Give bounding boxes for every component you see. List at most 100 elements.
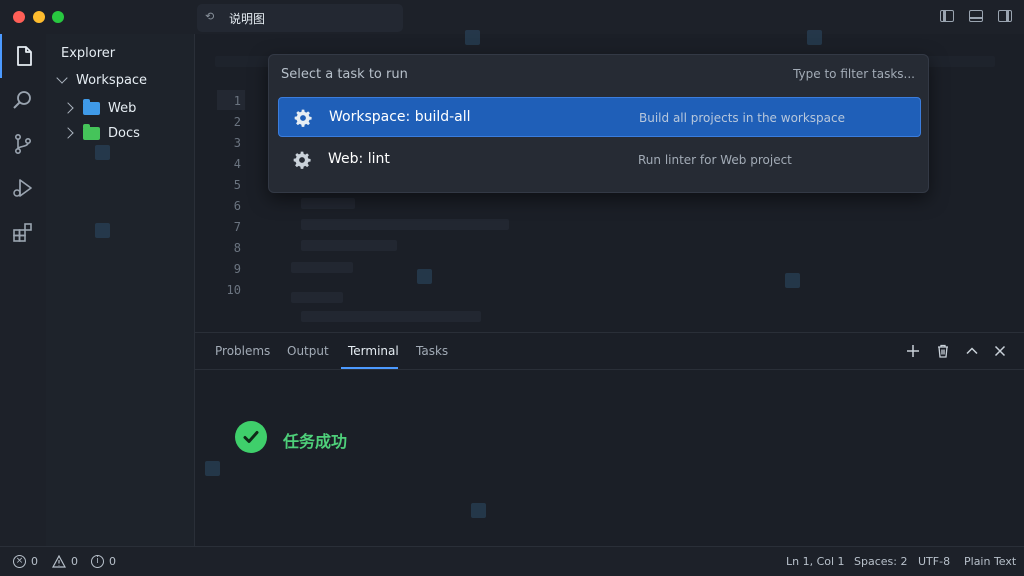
source-control-icon bbox=[15, 133, 32, 154]
faded-code-line bbox=[291, 262, 353, 273]
watermark-badge bbox=[417, 269, 432, 284]
status-bar: × 0 0 i 0 Ln 1, Col 1 Spaces: 2 UTF-8 Pl… bbox=[0, 546, 1024, 576]
toggle-panel-icon[interactable] bbox=[969, 10, 983, 22]
encoding-setting[interactable]: UTF-8 bbox=[918, 555, 950, 568]
watermark-badge bbox=[471, 503, 486, 518]
tree-item-web[interactable]: Web bbox=[62, 97, 137, 119]
source-control-activity-button[interactable] bbox=[0, 122, 46, 166]
check-circle-icon bbox=[235, 421, 267, 453]
close-icon bbox=[994, 345, 1006, 357]
kill-terminal-button[interactable] bbox=[935, 343, 951, 359]
plus-icon bbox=[907, 345, 919, 357]
info-indicator[interactable]: i 0 bbox=[91, 555, 116, 568]
task-success-message: 任务成功 bbox=[283, 432, 348, 451]
maximize-panel-button[interactable] bbox=[964, 343, 980, 359]
line-number: 7 bbox=[233, 220, 241, 234]
tab-terminal[interactable]: Terminal bbox=[348, 344, 399, 358]
watermark-badge bbox=[465, 30, 480, 45]
task-description: Build all projects in the workspace bbox=[639, 111, 845, 125]
quick-pick-prompt: Select a task to run bbox=[281, 67, 408, 82]
info-count: 0 bbox=[109, 555, 116, 568]
run-debug-activity-button[interactable] bbox=[0, 166, 46, 210]
sidebar-title: Explorer bbox=[61, 46, 116, 61]
extensions-icon bbox=[13, 223, 32, 242]
line-number: 9 bbox=[233, 262, 241, 276]
search-activity-button[interactable] bbox=[0, 78, 46, 122]
quick-pick-filter-hint[interactable]: Type to filter tasks... bbox=[793, 67, 915, 81]
command-search-box[interactable]: ⟲ 说明图 bbox=[197, 4, 403, 32]
error-icon: × bbox=[13, 555, 26, 568]
chevron-right-icon bbox=[62, 102, 74, 114]
task-description: Run linter for Web project bbox=[638, 153, 792, 167]
bottom-panel: Problems Output Terminal Tasks 任务成功 bbox=[195, 332, 1024, 546]
search-icon bbox=[13, 91, 31, 109]
tree-item-workspace[interactable]: Workspace bbox=[56, 69, 148, 91]
cursor-position[interactable]: Ln 1, Col 1 bbox=[786, 555, 845, 568]
watermark-badge bbox=[95, 145, 110, 160]
files-icon bbox=[17, 46, 32, 66]
info-icon: i bbox=[91, 555, 104, 568]
line-number: 4 bbox=[233, 157, 241, 171]
title-bar: ⟲ 说明图 bbox=[0, 0, 1024, 34]
indentation-setting[interactable]: Spaces: 2 bbox=[854, 555, 907, 568]
tree-item-docs[interactable]: Docs bbox=[62, 122, 140, 144]
warnings-count: 0 bbox=[71, 555, 78, 568]
explorer-activity-button[interactable] bbox=[0, 34, 46, 78]
run-debug-icon bbox=[13, 179, 32, 197]
line-number: 8 bbox=[233, 241, 241, 255]
line-number: 5 bbox=[233, 178, 241, 192]
errors-indicator[interactable]: × 0 bbox=[13, 555, 38, 568]
refresh-icon: ⟲ bbox=[205, 10, 215, 23]
faded-code-line bbox=[301, 219, 509, 230]
task-quick-pick: Select a task to run Type to filter task… bbox=[268, 54, 929, 193]
folder-icon bbox=[83, 123, 100, 140]
search-text: 说明图 bbox=[229, 12, 266, 26]
folder-icon bbox=[83, 98, 100, 115]
chevron-down-icon bbox=[56, 72, 68, 84]
gear-icon bbox=[294, 109, 312, 127]
new-terminal-button[interactable] bbox=[905, 343, 921, 359]
tab-tasks[interactable]: Tasks bbox=[416, 344, 448, 358]
activity-bar bbox=[0, 34, 46, 546]
errors-count: 0 bbox=[31, 555, 38, 568]
line-number: 2 bbox=[233, 115, 241, 129]
trash-icon bbox=[938, 344, 948, 358]
app-window: ⟲ 说明图 Explorer Workspace Web Docs 1 2 3 … bbox=[0, 0, 1024, 576]
gear-icon bbox=[293, 151, 311, 169]
chevron-up-icon bbox=[966, 347, 978, 355]
language-mode[interactable]: Plain Text bbox=[964, 555, 1016, 568]
task-name: Workspace: build-all bbox=[329, 109, 471, 125]
panel-tab-bar: Problems Output Terminal Tasks bbox=[195, 333, 1024, 370]
watermark-badge bbox=[95, 223, 110, 238]
explorer-sidebar: Explorer Workspace Web Docs bbox=[46, 34, 195, 546]
faded-code-line bbox=[291, 292, 343, 303]
faded-code-line bbox=[301, 311, 481, 322]
chevron-right-icon bbox=[62, 127, 74, 139]
line-number: 10 bbox=[226, 283, 241, 297]
extensions-activity-button[interactable] bbox=[0, 210, 46, 254]
maximize-window-button[interactable] bbox=[52, 11, 64, 23]
task-name: Web: lint bbox=[328, 151, 390, 167]
tree-item-label: Docs bbox=[108, 125, 140, 141]
watermark-badge bbox=[785, 273, 800, 288]
tab-problems[interactable]: Problems bbox=[215, 344, 270, 358]
line-number: 1 bbox=[233, 94, 241, 108]
watermark-badge bbox=[807, 30, 822, 45]
toggle-left-sidebar-icon[interactable] bbox=[940, 10, 954, 22]
task-item-build-all[interactable]: Workspace: build-all Build all projects … bbox=[278, 97, 921, 137]
warnings-indicator[interactable]: 0 bbox=[52, 555, 78, 568]
warning-icon bbox=[52, 555, 66, 568]
faded-code-line bbox=[301, 240, 397, 251]
tab-output[interactable]: Output bbox=[287, 344, 329, 358]
line-number: 3 bbox=[233, 136, 241, 150]
close-window-button[interactable] bbox=[13, 11, 25, 23]
tree-item-label: Web bbox=[108, 100, 137, 116]
active-tab-indicator bbox=[341, 367, 398, 369]
close-panel-button[interactable] bbox=[992, 343, 1008, 359]
tree-item-label: Workspace bbox=[76, 72, 148, 88]
minimize-window-button[interactable] bbox=[33, 11, 45, 23]
toggle-right-sidebar-icon[interactable] bbox=[998, 10, 1012, 22]
faded-code-line bbox=[301, 198, 355, 209]
watermark-badge bbox=[205, 461, 220, 476]
task-item-lint[interactable]: Web: lint Run linter for Web project bbox=[278, 140, 921, 180]
